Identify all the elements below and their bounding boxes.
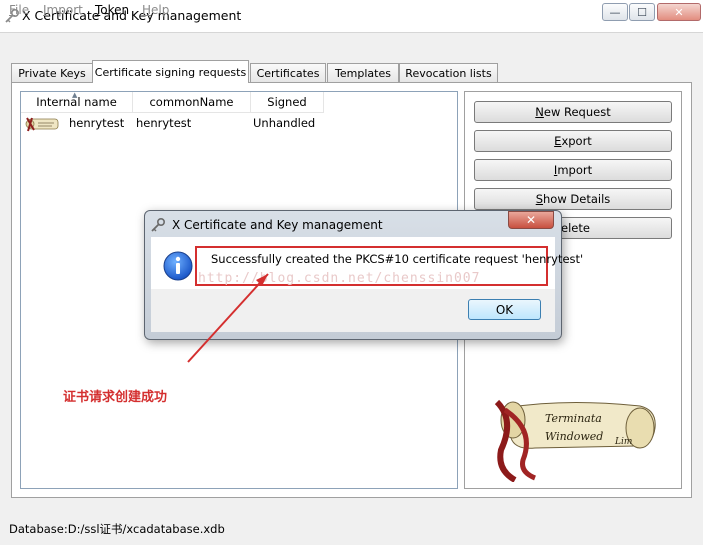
menu-bar bbox=[0, 32, 703, 52]
menu-token[interactable]: Token bbox=[95, 3, 129, 17]
ok-button[interactable]: OK bbox=[468, 299, 541, 320]
scroll-logo-image: Terminata Windowed Lim bbox=[494, 399, 656, 482]
new-request-button[interactable]: New Request bbox=[474, 101, 672, 123]
dialog-key-icon bbox=[151, 217, 166, 232]
annotation-text: 证书请求创建成功 bbox=[63, 390, 168, 405]
menu-file[interactable]: File bbox=[9, 3, 29, 17]
dialog-close-button[interactable]: ✕ bbox=[508, 211, 554, 229]
show-details-button[interactable]: Show Details bbox=[474, 188, 672, 210]
column-common-name[interactable]: commonName bbox=[133, 92, 251, 113]
tab-certificate-signing-requests[interactable]: Certificate signing requests bbox=[92, 60, 249, 83]
scroll-line1: Terminata bbox=[545, 412, 602, 425]
dialog-message: Successfully created the PKCS#10 certifi… bbox=[211, 252, 584, 266]
export-button[interactable]: Export bbox=[474, 130, 672, 152]
scroll-line2: Windowed bbox=[545, 430, 603, 443]
maximize-button[interactable]: ☐ bbox=[629, 3, 655, 21]
menu-import[interactable]: Import bbox=[43, 3, 83, 17]
tab-revocation-lists[interactable]: Revocation lists bbox=[399, 63, 498, 82]
cell-internal-name[interactable]: henrytest bbox=[69, 116, 124, 130]
csr-scroll-icon bbox=[25, 117, 59, 132]
dialog-title: X Certificate and Key management bbox=[172, 218, 383, 232]
column-signed[interactable]: Signed bbox=[251, 92, 324, 113]
close-button[interactable]: ✕ bbox=[657, 3, 701, 21]
menu-help[interactable]: Help bbox=[142, 3, 169, 17]
minimize-button[interactable]: — bbox=[602, 3, 628, 21]
tab-templates[interactable]: Templates bbox=[327, 63, 399, 82]
tab-certificates[interactable]: Certificates bbox=[250, 63, 326, 82]
status-database-path: Database:D:/ssl证书/xcadatabase.xdb bbox=[9, 522, 225, 536]
cell-common-name[interactable]: henrytest bbox=[136, 116, 191, 130]
sort-ascending-icon: ▲ bbox=[72, 91, 78, 99]
import-button[interactable]: Import bbox=[474, 159, 672, 181]
tab-private-keys[interactable]: Private Keys bbox=[11, 63, 93, 82]
cell-signed[interactable]: Unhandled bbox=[253, 116, 315, 130]
watermark-text: http://blog.csdn.net/chenssin007 bbox=[198, 271, 481, 286]
scroll-signature: Lim bbox=[614, 437, 632, 447]
info-icon bbox=[163, 251, 193, 281]
